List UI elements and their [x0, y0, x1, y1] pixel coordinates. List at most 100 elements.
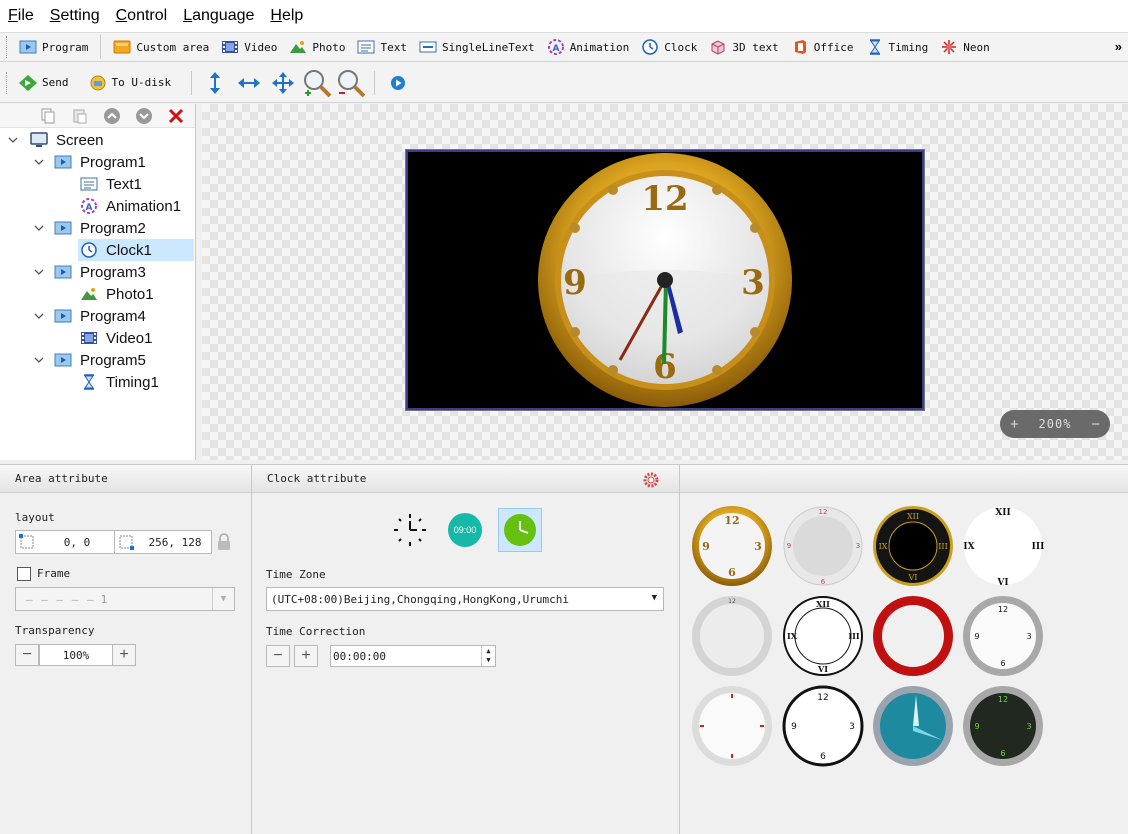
toolbar-grip[interactable]: [6, 71, 9, 94]
zoom-out-button[interactable]: [334, 68, 368, 98]
tree-node-program1[interactable]: Program1: [54, 151, 146, 173]
clock-face-silver-pink[interactable]: 12 3 6 9: [782, 505, 864, 587]
video-button[interactable]: Video: [215, 35, 283, 59]
svg-text:XII: XII: [816, 599, 830, 609]
move-up-button[interactable]: [102, 106, 122, 126]
preview-canvas[interactable]: 12 3 6 9 + 200% −: [202, 104, 1128, 460]
lock-ratio-button[interactable]: [214, 531, 234, 553]
tree-node-screen[interactable]: Screen: [30, 129, 104, 151]
menu-help[interactable]: Help: [270, 7, 303, 25]
clock-face-red-ring[interactable]: [872, 595, 954, 677]
custom-area-icon: [113, 39, 131, 55]
program-button[interactable]: Program: [13, 35, 94, 59]
time-correction-spinner[interactable]: ▲ ▼: [481, 646, 495, 666]
clock-style-image-button[interactable]: [498, 508, 542, 552]
timing-button[interactable]: Timing: [860, 35, 935, 59]
toolbar-overflow-button[interactable]: »: [1115, 33, 1122, 63]
frame-select[interactable]: — — — — — 1 ▼: [15, 587, 235, 611]
photo-label: Photo: [312, 40, 346, 54]
transparency-minus-button[interactable]: −: [15, 644, 39, 666]
time-correction-plus-button[interactable]: +: [294, 645, 318, 667]
clock-face-classic-roman[interactable]: XII III VI IX: [782, 595, 864, 677]
fill-screen-button[interactable]: [266, 68, 300, 98]
tree-node-label: Program2: [80, 219, 146, 237]
tree-node-program3[interactable]: Program3: [54, 261, 146, 283]
tree-node-clock1[interactable]: Clock1: [78, 239, 194, 261]
tree-node-program2[interactable]: Program2: [54, 217, 146, 239]
clock-face-silver-red-ticks[interactable]: [691, 685, 773, 767]
menu-setting-key: S: [49, 7, 61, 24]
svg-text:9: 9: [974, 722, 979, 731]
clock-face-gold[interactable]: 12 3 6 9: [691, 505, 773, 587]
menu-language[interactable]: Language: [183, 7, 254, 25]
3d-text-button[interactable]: 3D text: [703, 35, 784, 59]
neon-button[interactable]: Neon: [934, 35, 996, 59]
animation-button[interactable]: A Animation: [541, 35, 636, 59]
tree-toolbar: [0, 104, 195, 128]
clock-face-chrome-arabic[interactable]: 12 3 6 9: [962, 595, 1044, 677]
tree-node-text1[interactable]: Text1: [80, 173, 142, 195]
copy-button[interactable]: [38, 106, 58, 126]
transparency-field[interactable]: 100%: [39, 644, 113, 666]
clock-face-teal-glass[interactable]: [872, 685, 954, 767]
delete-button[interactable]: [166, 106, 186, 126]
menu-control[interactable]: Control: [116, 7, 168, 25]
clock-face-black-arabic[interactable]: 12 3 6 9: [782, 685, 864, 767]
clock-style-digital-button[interactable]: 09:00: [443, 508, 487, 552]
tree-node-program4[interactable]: Program4: [54, 305, 146, 327]
timezone-dropdown-arrow[interactable]: ▼: [652, 593, 657, 603]
tree-node-photo1[interactable]: Photo1: [80, 283, 154, 305]
clock-settings-button[interactable]: [643, 471, 659, 499]
svg-text:9: 9: [787, 542, 791, 550]
led-screen-preview[interactable]: 12 3 6 9: [406, 150, 924, 410]
clock-button[interactable]: Clock: [635, 35, 703, 59]
custom-area-button[interactable]: Custom area: [107, 35, 215, 59]
tree-node-label: Animation1: [106, 197, 182, 215]
text-button[interactable]: Text: [351, 35, 413, 59]
svg-text:6: 6: [728, 566, 736, 579]
time-correction-field[interactable]: 00:00:00 ▲ ▼: [330, 645, 496, 667]
clock-face-black-roman[interactable]: XII III VI IX: [872, 505, 954, 587]
zoom-in-small-button[interactable]: +: [1010, 416, 1019, 433]
toolbar-grip[interactable]: [6, 36, 9, 58]
chevron-up-icon: [104, 107, 120, 124]
menu-setting[interactable]: Setting: [50, 7, 100, 25]
tree-node-animation1[interactable]: A Animation1: [80, 195, 181, 217]
clock-style-analog-button[interactable]: [388, 508, 432, 552]
photo-button[interactable]: Photo: [283, 35, 351, 59]
zoom-out-small-button[interactable]: −: [1091, 416, 1100, 433]
clock-face-dark-green[interactable]: 12 3 6 9: [962, 685, 1044, 767]
menu-file[interactable]: File: [8, 7, 34, 25]
play-preview-button[interactable]: [381, 68, 415, 98]
horizontal-arrows-icon: [238, 77, 261, 88]
office-button[interactable]: Office: [785, 35, 860, 59]
time-correction-minus-button[interactable]: −: [266, 645, 290, 667]
frame-dropdown-arrow[interactable]: ▼: [212, 588, 234, 610]
size-field[interactable]: 256, 128: [114, 530, 212, 554]
clock-face-silver-ring[interactable]: 12: [691, 595, 773, 677]
zoom-in-button[interactable]: [300, 68, 334, 98]
frame-checkbox[interactable]: [17, 567, 31, 581]
analog-clock-preview: 12 3 6 9: [538, 153, 792, 407]
transparency-plus-button[interactable]: +: [112, 644, 136, 666]
tree-node-timing1[interactable]: Timing1: [80, 371, 159, 393]
to-udisk-button[interactable]: To U-disk: [83, 71, 178, 95]
zoom-in-icon: [304, 69, 332, 97]
paste-button[interactable]: [70, 106, 90, 126]
tree-node-video1[interactable]: Video1: [80, 327, 152, 349]
clock-face-white-roman[interactable]: XII III VI IX: [962, 505, 1044, 587]
clock-attribute-header: Clock attribute: [252, 465, 679, 493]
tree-node-program5[interactable]: Program5: [54, 349, 146, 371]
send-button[interactable]: Send: [13, 71, 75, 95]
stretch-horizontal-button[interactable]: [232, 68, 266, 98]
hourglass-icon: [866, 39, 884, 55]
timezone-select[interactable]: (UTC+08:00)Beijing,Chongqing,HongKong,Ur…: [266, 587, 664, 611]
stretch-vertical-button[interactable]: [198, 68, 232, 98]
svg-text:VI: VI: [908, 573, 918, 582]
move-down-button[interactable]: [134, 106, 154, 126]
position-field[interactable]: 0, 0: [15, 530, 115, 554]
image-clock-style-icon: [504, 514, 536, 546]
single-line-text-button[interactable]: SingleLineText: [413, 35, 541, 59]
svg-text:6: 6: [821, 578, 826, 586]
vertical-arrows-icon: [210, 71, 221, 94]
